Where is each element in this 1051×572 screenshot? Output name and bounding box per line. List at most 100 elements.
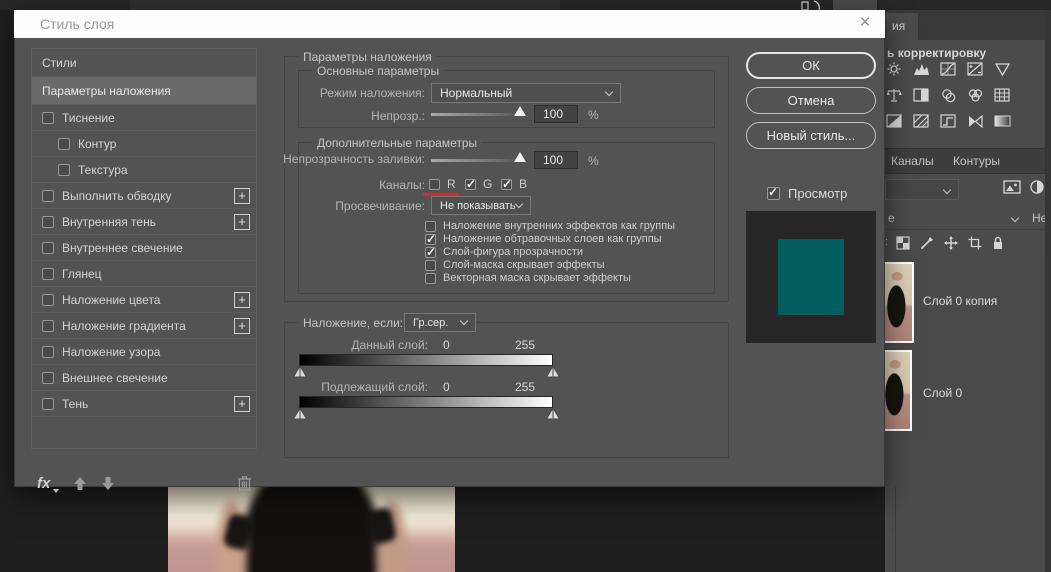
sidebar-item-outer-glow[interactable]: Внешнее свечение [32,365,256,391]
this-layer-thumb-left[interactable] [293,366,307,378]
sidebar-item-texture[interactable]: Текстура [32,157,256,183]
opacity-slider-thumb[interactable] [514,106,526,116]
lock-transparency-icon[interactable] [896,236,910,250]
posterize-icon[interactable] [913,114,930,129]
channel-r-checkbox-row[interactable]: R [429,177,456,191]
fill-opacity-slider-thumb[interactable] [514,152,526,162]
checkbox[interactable] [501,177,512,191]
channel-mixer-icon[interactable] [967,88,984,103]
fill-opacity-input[interactable]: 100 [534,151,578,169]
underlying-thumb-left[interactable] [293,408,307,420]
lock-position-icon[interactable] [944,236,958,250]
underlying-thumb-right[interactable] [546,408,560,420]
option-transparency-shapes[interactable]: Слой-фигура прозрачности [425,245,583,259]
blend-mode-select[interactable]: Нормальный [431,83,621,103]
checkbox[interactable] [42,397,54,410]
photo-filter-icon[interactable] [940,88,957,103]
curves-icon[interactable] [940,62,957,77]
threshold-icon[interactable] [940,114,957,129]
add-effect-icon[interactable]: + [234,395,250,412]
checkbox[interactable] [42,111,54,124]
checkbox[interactable] [767,185,780,200]
gradient-map-icon[interactable] [994,114,1011,129]
checkbox[interactable] [58,163,70,176]
option-blend-interior[interactable]: Наложение внутренних эффектов как группы [425,220,675,232]
checkbox[interactable] [425,220,436,232]
checkbox[interactable] [42,319,54,332]
chevron-down-icon[interactable] [1010,213,1020,223]
delete-effect-button[interactable] [237,475,252,491]
sidebar-item-blending-options[interactable]: Параметры наложения [32,77,256,105]
cancel-button[interactable]: Отмена [746,87,876,114]
exposure-icon[interactable] [967,62,984,77]
blend-if-select[interactable]: Гр.сер. [404,313,476,332]
tab-adjustments[interactable]: ия [886,13,918,40]
sidebar-item-gradient-overlay[interactable]: Наложение градиента + [32,313,256,339]
checkbox[interactable] [465,177,476,191]
move-effect-up-button[interactable] [73,476,87,491]
checkbox[interactable] [42,189,54,202]
checkbox[interactable] [42,241,54,254]
levels-icon[interactable] [913,62,930,77]
selective-color-icon[interactable] [967,114,984,129]
sidebar-item-drop-shadow[interactable]: Тень + [32,391,256,417]
sidebar-item-color-overlay[interactable]: Наложение цвета + [32,287,256,313]
preview-checkbox-row[interactable]: Просмотр [767,185,847,201]
checkbox[interactable] [42,215,54,228]
checkbox[interactable] [425,259,436,271]
underlying-layer-gradient-bar[interactable] [299,396,553,408]
invert-icon[interactable] [886,114,903,129]
add-effect-icon[interactable]: + [234,317,250,334]
option-layer-mask-hides[interactable]: Слой-маска скрывает эффекты [425,259,605,271]
option-vector-mask-hides[interactable]: Векторная маска скрывает эффекты [425,272,631,284]
channel-g-checkbox-row[interactable]: G [465,177,492,191]
properties-dropdown[interactable] [885,179,959,200]
checkbox[interactable] [42,293,54,306]
layer-name[interactable]: Слой 0 копия [923,294,997,308]
checkbox[interactable] [42,345,54,358]
checkbox[interactable] [42,267,54,280]
sidebar-item-inner-glow[interactable]: Внутреннее свечение [32,235,256,261]
sidebar-item-satin[interactable]: Глянец [32,261,256,287]
layer-row-copy[interactable]: Слой 0 копия [883,258,1051,346]
add-effect-icon[interactable]: + [234,291,250,308]
lock-all-icon[interactable] [991,236,1005,250]
sidebar-item-contour[interactable]: Контур [32,131,256,157]
layer-thumbnail[interactable] [883,262,914,343]
this-layer-gradient-bar[interactable] [299,354,553,366]
checkbox[interactable] [42,371,54,384]
sidebar-item-bevel[interactable]: Тиснение [32,105,256,131]
tab-channels[interactable]: Каналы [885,149,944,168]
layer-name[interactable]: Слой 0 [923,386,962,400]
dialog-titlebar[interactable]: Стиль слоя × [14,10,885,38]
checkbox[interactable] [429,178,440,190]
mask-circle-icon[interactable] [1029,179,1045,195]
tab-paths[interactable]: Контуры [947,149,1010,168]
opacity-input[interactable]: 100 [534,105,578,123]
ok-button[interactable]: ОК [746,52,876,79]
vibrance-icon[interactable] [994,62,1011,77]
checkbox[interactable] [425,232,436,246]
move-effect-down-button[interactable] [101,476,115,491]
color-lookup-icon[interactable] [994,88,1011,103]
blend-mode-fragment[interactable]: е [888,211,895,225]
lock-pixels-icon[interactable] [920,236,934,250]
color-balance-icon[interactable] [886,88,903,103]
fx-button[interactable]: fx [37,475,50,492]
checkbox[interactable] [425,272,436,284]
this-layer-thumb-right[interactable] [546,366,560,378]
brightness-contrast-icon[interactable] [886,62,903,77]
sidebar-item-stroke[interactable]: Выполнить обводку + [32,183,256,209]
layer-thumbnail[interactable] [881,350,912,431]
lock-artboard-icon[interactable] [968,236,982,250]
channel-b-checkbox-row[interactable]: B [501,177,527,191]
add-effect-icon[interactable]: + [234,187,250,204]
knockout-select[interactable]: Не показывать [431,196,531,215]
sidebar-item-pattern-overlay[interactable]: Наложение узора [32,339,256,365]
checkbox[interactable] [425,245,436,259]
sidebar-item-styles[interactable]: Стили [32,49,256,77]
layer-row-base[interactable]: Слой 0 [881,348,1051,438]
black-white-icon[interactable] [913,88,930,103]
add-effect-icon[interactable]: + [234,213,250,230]
option-blend-clipped[interactable]: Наложение обтравочных слоев как группы [425,232,662,246]
